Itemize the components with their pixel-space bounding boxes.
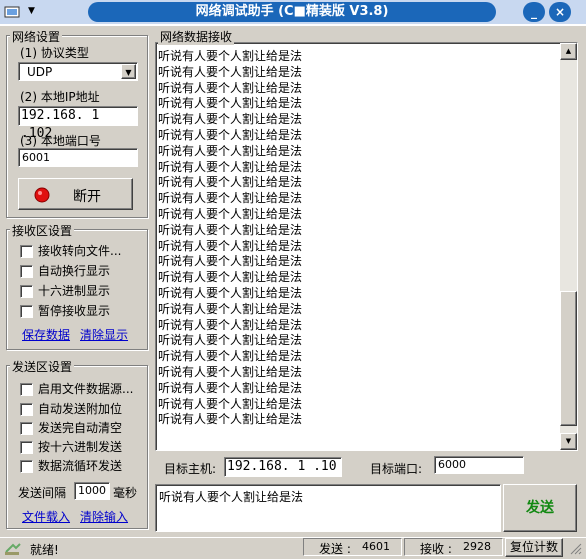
disconnect-button[interactable]: 断开	[18, 178, 133, 210]
scroll-up-icon[interactable]: ▲	[560, 43, 577, 60]
receive-line: 听说有人要个人割让给是法	[158, 270, 303, 285]
receive-line: 听说有人要个人割让给是法	[158, 396, 303, 411]
status-icon	[4, 540, 22, 559]
receive-line: 听说有人要个人割让给是法	[158, 349, 303, 364]
send-interval-label: 发送间隔	[18, 486, 67, 500]
app-icon[interactable]	[4, 3, 22, 21]
receive-line: 听说有人要个人割让给是法	[158, 143, 303, 158]
local-port-label: (3) 本地端口号	[20, 134, 101, 148]
receive-line: 听说有人要个人割让给是法	[158, 364, 303, 379]
receive-line: 听说有人要个人割让给是法	[158, 49, 303, 63]
receive-line: 听说有人要个人割让给是法	[158, 96, 303, 111]
checkbox[interactable]	[20, 383, 33, 396]
receive-line: 听说有人要个人割让给是法	[158, 412, 303, 427]
status-ready: 就绪!	[30, 543, 59, 557]
red-light-icon	[34, 187, 50, 203]
protocol-label: (1) 协议类型	[20, 46, 89, 60]
recv-option-1[interactable]: 自动换行显示	[20, 262, 110, 279]
receive-line: 听说有人要个人割让给是法	[158, 80, 303, 95]
checkbox[interactable]	[20, 285, 33, 298]
checkbox[interactable]	[20, 422, 33, 435]
send-input[interactable]: 听说有人要个人割让给是法	[155, 484, 501, 532]
checkbox[interactable]	[20, 265, 33, 278]
clear-display-link[interactable]: 清除显示	[80, 326, 128, 343]
send-settings-title: 发送区设置	[10, 358, 75, 375]
protocol-value: UDP	[27, 65, 53, 79]
checkbox[interactable]	[20, 305, 33, 318]
target-port-input[interactable]: 6000	[434, 456, 524, 474]
local-port-input[interactable]: 6001	[18, 148, 138, 167]
send-interval-unit: 毫秒	[113, 486, 138, 500]
checkbox[interactable]	[20, 460, 33, 473]
receive-line: 听说有人要个人割让给是法	[158, 285, 303, 300]
receive-line: 听说有人要个人割让给是法	[158, 333, 303, 348]
send-option-0[interactable]: 启用文件数据源...	[20, 380, 133, 397]
target-port-label: 目标端口:	[370, 462, 423, 476]
scroll-thumb[interactable]	[560, 291, 577, 426]
window-title: 网络调试助手 (C■精装版 V3.8)	[88, 2, 496, 22]
receive-line: 听说有人要个人割让给是法	[158, 159, 303, 174]
recv-option-0[interactable]: 接收转向文件...	[20, 242, 121, 259]
send-option-3[interactable]: 按十六进制发送	[20, 438, 122, 455]
recv-option-3[interactable]: 暂停接收显示	[20, 302, 110, 319]
save-data-link[interactable]: 保存数据	[22, 326, 70, 343]
minimize-button[interactable]: _	[523, 2, 545, 22]
receive-area[interactable]: 听说有人要个人割让给是法 听说有人要个人割让给是法 听说有人要个人割让给是法 听说有人…	[155, 42, 578, 451]
resize-grip-icon[interactable]	[568, 541, 582, 555]
sent-counter: 发送 : 4601	[303, 538, 402, 556]
receive-line: 听说有人要个人割让给是法	[158, 127, 303, 142]
target-host-input[interactable]: 192.168. 1 .10	[224, 457, 342, 477]
scroll-down-icon[interactable]: ▼	[560, 433, 577, 450]
close-button[interactable]: ×	[549, 2, 571, 22]
receive-line: 听说有人要个人割让给是法	[158, 380, 303, 395]
clear-input-link[interactable]: 清除输入	[80, 508, 128, 525]
send-option-2[interactable]: 发送完自动清空	[20, 419, 122, 436]
send-button[interactable]: 发送	[503, 484, 577, 532]
receive-line: 听说有人要个人割让给是法	[158, 254, 303, 269]
chevron-down-icon[interactable]: ▼	[121, 64, 136, 79]
local-ip-label: (2) 本地IP地址	[20, 90, 100, 104]
title-separator	[0, 24, 586, 26]
recv-counter: 接收 : 2928	[404, 538, 503, 556]
receive-line: 听说有人要个人割让给是法	[158, 175, 303, 190]
network-settings-title: 网络设置	[10, 28, 63, 45]
receive-line: 听说有人要个人割让给是法	[158, 301, 303, 316]
receive-line: 听说有人要个人割让给是法	[158, 191, 303, 206]
receive-line: 听说有人要个人割让给是法	[158, 206, 303, 221]
receive-text: 听说有人要个人割让给是法 听说有人要个人割让给是法 听说有人要个人割让给是法 听说有人…	[158, 49, 302, 428]
receive-line: 听说有人要个人割让给是法	[158, 112, 303, 127]
send-option-4[interactable]: 数据流循环发送	[20, 457, 122, 474]
target-host-label: 目标主机:	[164, 462, 217, 476]
checkbox[interactable]	[20, 441, 33, 454]
vertical-scrollbar[interactable]: ▲ ▼	[560, 43, 577, 450]
system-menu-arrow-icon[interactable]: ▼	[28, 6, 35, 16]
disconnect-label: 断开	[73, 189, 101, 205]
send-interval-input[interactable]: 1000	[74, 482, 110, 500]
recv-option-2[interactable]: 十六进制显示	[20, 282, 110, 299]
receive-line: 听说有人要个人割让给是法	[158, 317, 303, 332]
checkbox[interactable]	[20, 403, 33, 416]
checkbox[interactable]	[20, 245, 33, 258]
protocol-select[interactable]: UDP ▼	[18, 62, 138, 81]
receive-line: 听说有人要个人割让给是法	[158, 238, 303, 253]
local-ip-input[interactable]: 192.168. 1 .102	[18, 106, 138, 141]
receive-line: 听说有人要个人割让给是法	[158, 222, 303, 237]
receive-line: 听说有人要个人割让给是法	[158, 64, 303, 79]
load-file-link[interactable]: 文件载入	[22, 508, 70, 525]
reset-count-button[interactable]: 复位计数	[505, 538, 563, 557]
receive-settings-title: 接收区设置	[10, 222, 75, 239]
send-option-1[interactable]: 自动发送附加位	[20, 400, 122, 417]
receive-area-title: 网络数据接收	[158, 28, 235, 45]
